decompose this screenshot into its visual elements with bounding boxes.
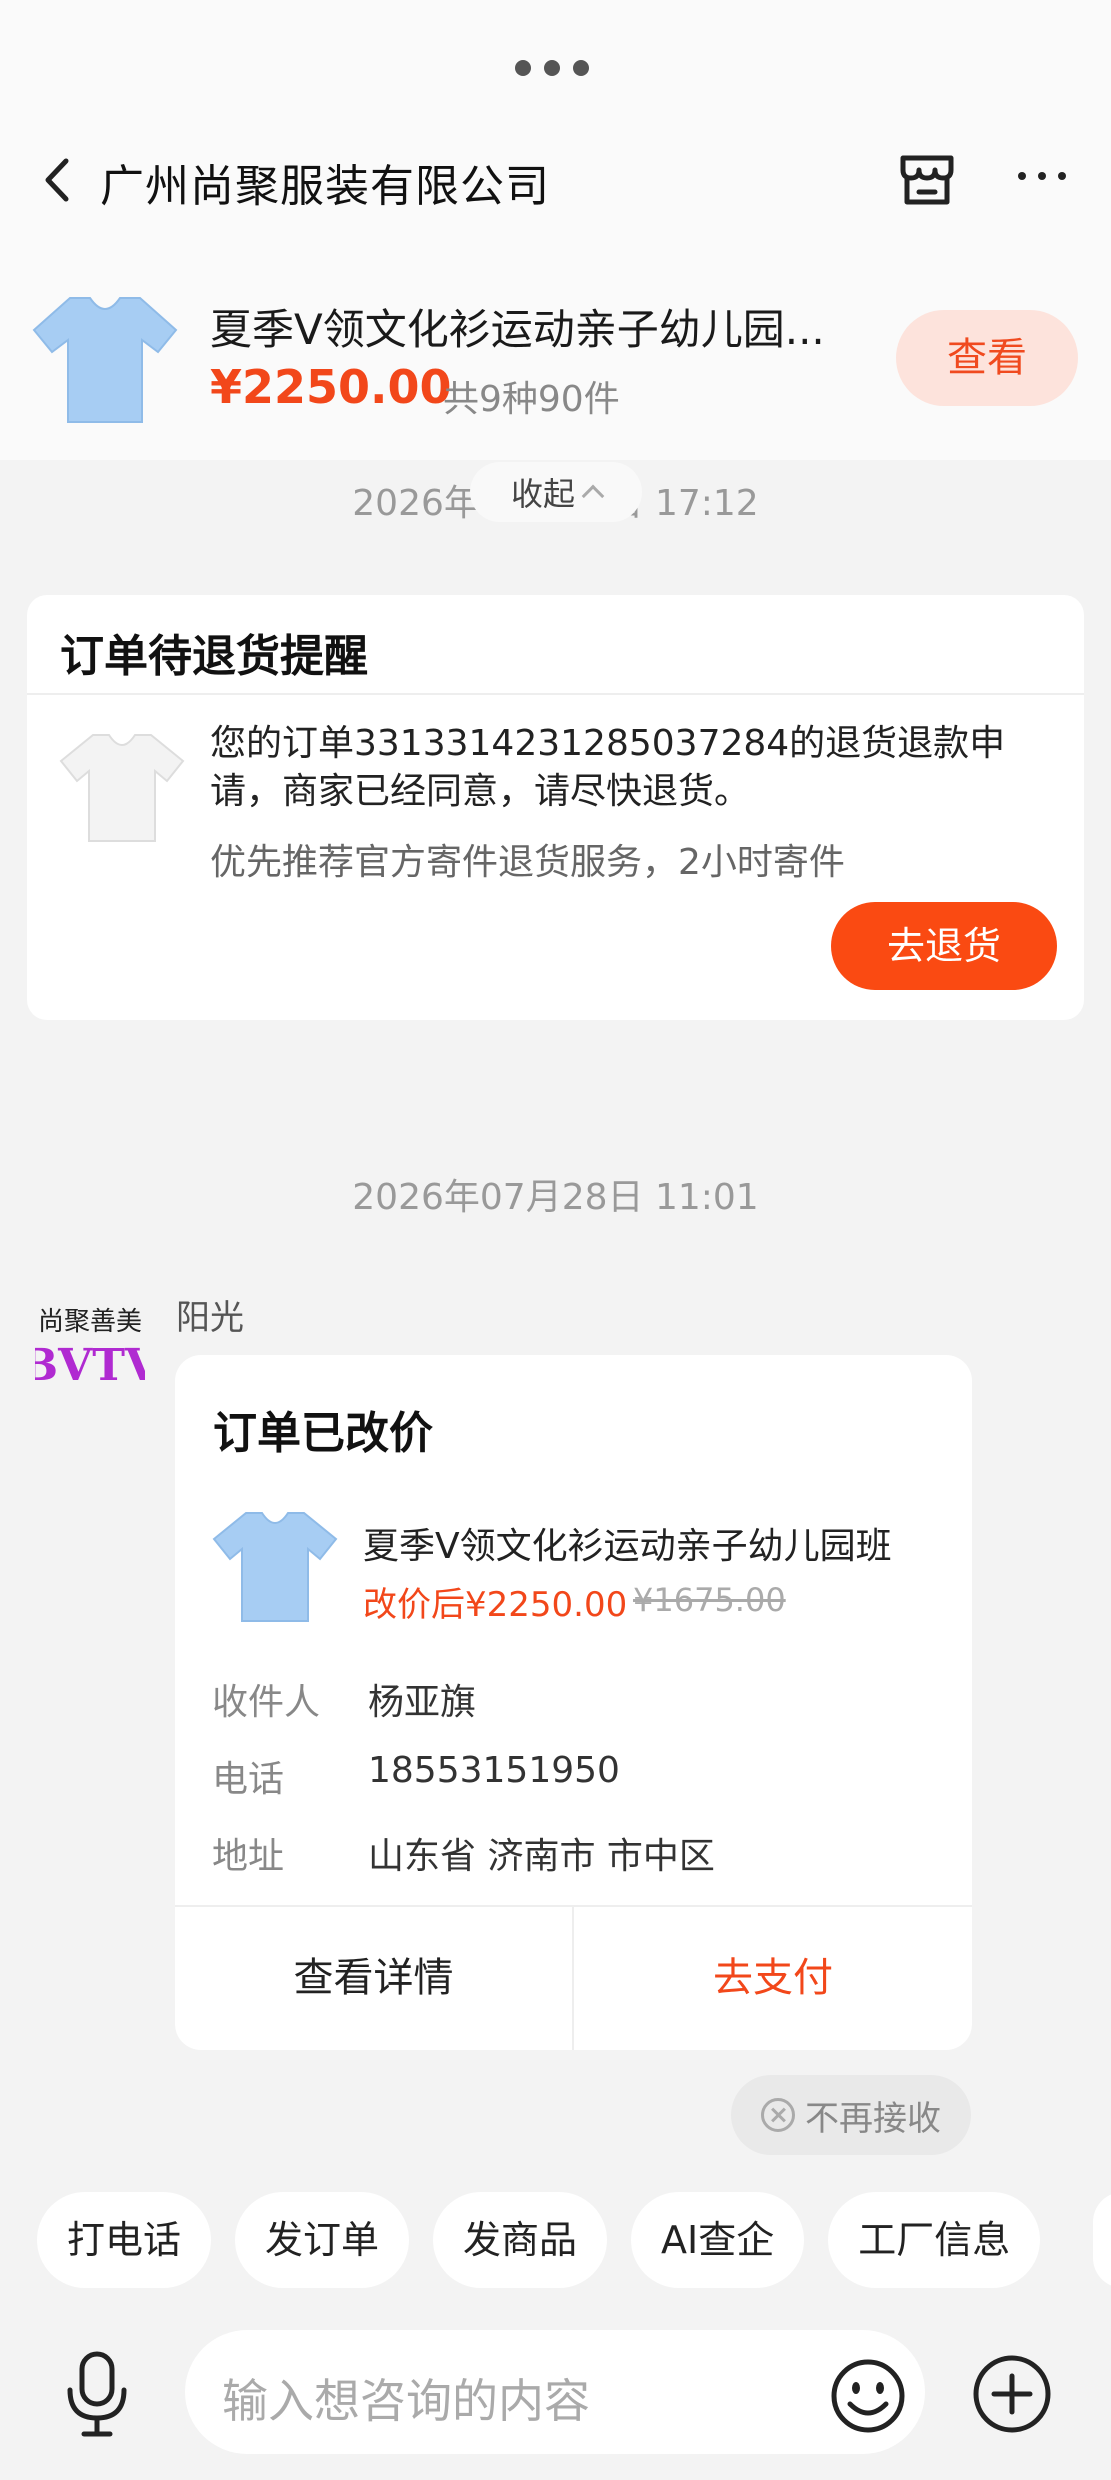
return-subtext: 优先推荐官方寄件退货服务，2小时寄件 bbox=[210, 842, 845, 883]
more-icon[interactable] bbox=[1018, 172, 1066, 180]
product-count: 共9种90件 bbox=[443, 379, 620, 420]
return-message: 您的订单3313314231285037284的退货退款申请，商家已经同意，请尽… bbox=[210, 723, 1006, 812]
go-return-button[interactable]: 去退货 bbox=[831, 902, 1057, 990]
chip-send-order[interactable]: 发订单 bbox=[235, 2192, 410, 2288]
recipient-label: 收件人 bbox=[212, 1682, 321, 1723]
view-button[interactable]: 查看 bbox=[896, 310, 1078, 406]
avatar-text-bottom: BVTV bbox=[35, 1340, 145, 1391]
card-title: 订单待退货提醒 bbox=[60, 631, 368, 682]
chip-send-product[interactable]: 发商品 bbox=[433, 2192, 608, 2288]
phone-value: 18553151950 bbox=[368, 1750, 620, 1791]
recipient-value: 杨亚旗 bbox=[368, 1682, 477, 1723]
chip-overflow[interactable] bbox=[1093, 2192, 1111, 2288]
address-value: 山东省 济南市 市中区 bbox=[368, 1836, 715, 1877]
order-price-changed-card[interactable]: 订单已改价 夏季V领文化衫运动亲子幼儿园班 改价后¥2250.00 ¥1675.… bbox=[175, 1355, 972, 2050]
plus-icon[interactable] bbox=[970, 2352, 1054, 2436]
more-dots-icon[interactable] bbox=[515, 60, 589, 76]
pay-button[interactable]: 去支付 bbox=[574, 1907, 972, 2050]
emoji-icon[interactable] bbox=[828, 2356, 908, 2436]
new-price: 改价后¥2250.00 bbox=[363, 1585, 628, 1625]
no-receive-button[interactable]: 不再接收 bbox=[731, 2075, 971, 2155]
old-price: ¥1675.00 bbox=[633, 1581, 786, 1619]
sender-name: 阳光 bbox=[176, 1298, 244, 1338]
product-thumbnail bbox=[59, 734, 185, 842]
product-price: ¥2250.00 bbox=[210, 360, 452, 414]
product-thumbnail[interactable] bbox=[30, 290, 180, 425]
chip-ai-company-check[interactable]: AI查企 bbox=[631, 2192, 805, 2288]
view-details-button[interactable]: 查看详情 bbox=[175, 1907, 572, 2050]
mic-icon[interactable] bbox=[62, 2350, 132, 2440]
close-circle-icon bbox=[761, 2098, 795, 2132]
divider bbox=[27, 693, 1084, 695]
chip-factory-info[interactable]: 工厂信息 bbox=[828, 2192, 1041, 2288]
timestamp: 2026年07月28日 11:01 bbox=[352, 1177, 759, 1218]
collapse-label: 收起 bbox=[510, 475, 575, 513]
collapse-button[interactable]: 收起 bbox=[470, 462, 642, 522]
chevron-up-icon bbox=[581, 484, 605, 508]
product-title[interactable]: 夏季V领文化衫运动亲子幼儿园... bbox=[210, 296, 880, 357]
return-reminder-card[interactable]: 订单待退货提醒 您的订单3313314231285037284的退货退款申请，商… bbox=[27, 595, 1084, 1020]
avatar[interactable]: 尚聚善美 BVTV bbox=[35, 1292, 145, 1392]
product-thumbnail bbox=[212, 1512, 338, 1622]
shop-icon[interactable] bbox=[895, 148, 959, 212]
phone-label: 电话 bbox=[212, 1759, 285, 1800]
chip-call[interactable]: 打电话 bbox=[37, 2192, 212, 2288]
order-product-title: 夏季V领文化衫运动亲子幼儿园班 bbox=[363, 1526, 892, 1567]
back-arrow-icon[interactable] bbox=[38, 155, 78, 205]
page-title: 广州尚聚服装有限公司 bbox=[100, 161, 550, 212]
card-title: 订单已改价 bbox=[213, 1408, 433, 1459]
address-label: 地址 bbox=[212, 1836, 285, 1877]
avatar-text-top: 尚聚善美 bbox=[38, 1307, 142, 1337]
message-input-placeholder: 输入想咨询的内容 bbox=[222, 2374, 590, 2428]
no-receive-label: 不再接收 bbox=[805, 2098, 941, 2139]
quick-action-chips: 打电话 发订单 发商品 AI查企 工厂信息 bbox=[37, 2192, 1041, 2288]
